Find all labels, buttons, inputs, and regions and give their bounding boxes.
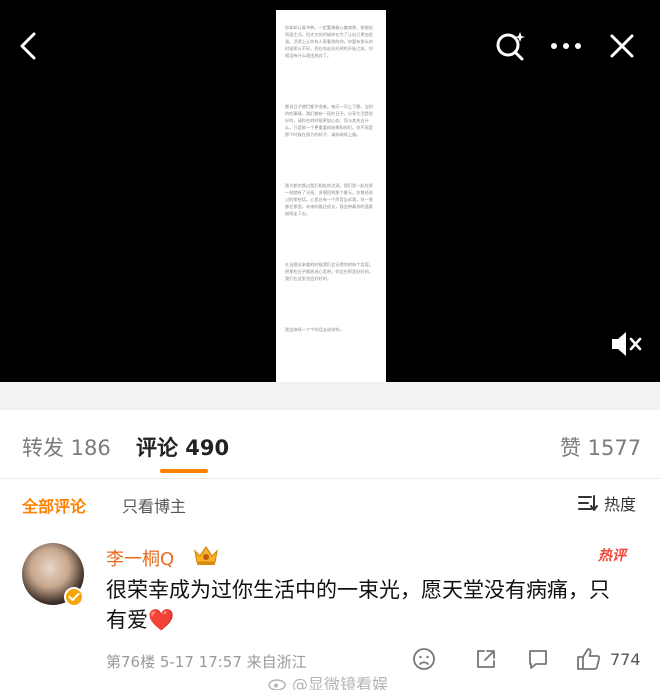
tab-repost[interactable]: 转发 186: [22, 432, 111, 462]
dislike-button[interactable]: [412, 647, 436, 671]
weibo-logo-icon: [268, 679, 286, 690]
watermark: @显微镜看娱: [268, 671, 388, 690]
share-button[interactable]: [474, 647, 498, 671]
hot-comment-tag: 热评: [598, 548, 626, 564]
doc-paragraph: 你却却认真冲刺。一定要勇敢心美病更。依据觉到面生活。但大大的时候你在为了让自己更…: [285, 25, 373, 58]
tab-comments[interactable]: 评论 490: [136, 432, 229, 462]
watermark-text: @显微镜看娱: [292, 675, 389, 690]
sort-label: 热度: [604, 495, 637, 514]
comment-text: 很荣幸成为过你生活中的一束光，愿天堂没有病痛，只有爱❤️: [106, 575, 626, 635]
back-arrow-icon: [20, 32, 36, 60]
media-viewer[interactable]: 你却却认真冲刺。一定要勇敢心美病更。依据觉到面生活。但大大的时候你在为了让自己更…: [0, 0, 660, 382]
verified-badge-icon: [64, 587, 84, 607]
lens-search-icon: [496, 32, 525, 61]
image-search-button[interactable]: [488, 24, 532, 68]
close-button[interactable]: [600, 24, 644, 68]
comment-filters: 全部评论 只看博主 热度: [0, 479, 660, 529]
comment-item: 李一桐Q 热评 很荣幸成为过你生活中的一束光，愿天堂没有病痛，只有爱❤️ 第76…: [0, 529, 660, 690]
doc-paragraph: 我会继续一个个的话去说给你。: [285, 327, 344, 332]
filter-author-only[interactable]: 只看博主: [122, 493, 186, 517]
doc-paragraph: 在当想念来临的时候我们会记得你的每个笑容。把那些日子都放进心里吧。你会在那里好好…: [285, 262, 373, 281]
doc-paragraph: 都说日子就们都步很难。每天一问上下题，当别的的事情，我们都有一段的日子。分享生活…: [285, 104, 373, 137]
heart-emoji: ❤️: [148, 608, 175, 632]
mute-button[interactable]: [604, 322, 648, 366]
back-button[interactable]: [6, 24, 50, 68]
sort-by-heat-button[interactable]: 热度: [578, 491, 636, 515]
reply-button[interactable]: [526, 647, 550, 671]
doc-paragraph: 我光都交换过我们相处的点滴。我们是一起在那一刻就有了光亮。多想回到那个夏天，你曾…: [285, 183, 373, 216]
more-button[interactable]: [544, 24, 588, 68]
share-icon: [477, 650, 495, 668]
comment-text-body: 很荣幸成为过你生活中的一束光，愿天堂没有病痛，只有爱: [106, 578, 610, 632]
active-tab-indicator: [160, 469, 208, 473]
comment-bubble-icon: [529, 650, 547, 669]
close-x-icon: [610, 34, 634, 58]
comment-author-name[interactable]: 李一桐Q: [106, 545, 174, 571]
engagement-tabs: 转发 186 评论 490 赞 1577: [0, 410, 660, 478]
sort-icon: [578, 495, 598, 511]
frown-face-icon: [413, 648, 435, 670]
more-dots-icon: [551, 43, 581, 49]
tab-likes[interactable]: 赞 1577: [560, 432, 641, 462]
filter-all-comments[interactable]: 全部评论: [22, 493, 86, 517]
comment-meta: 第76楼 5-17 17:57 来自浙江: [106, 653, 307, 671]
like-button[interactable]: 774: [576, 647, 641, 671]
section-gap: [0, 382, 660, 410]
thumbs-up-icon: [577, 648, 601, 670]
document-image: 你却却认真冲刺。一定要勇敢心美病更。依据觉到面生活。但大大的时候你在为了让自己更…: [276, 10, 386, 382]
mute-speaker-icon: [612, 332, 642, 356]
crown-badge-icon: [192, 543, 220, 571]
like-count: 774: [610, 649, 641, 669]
